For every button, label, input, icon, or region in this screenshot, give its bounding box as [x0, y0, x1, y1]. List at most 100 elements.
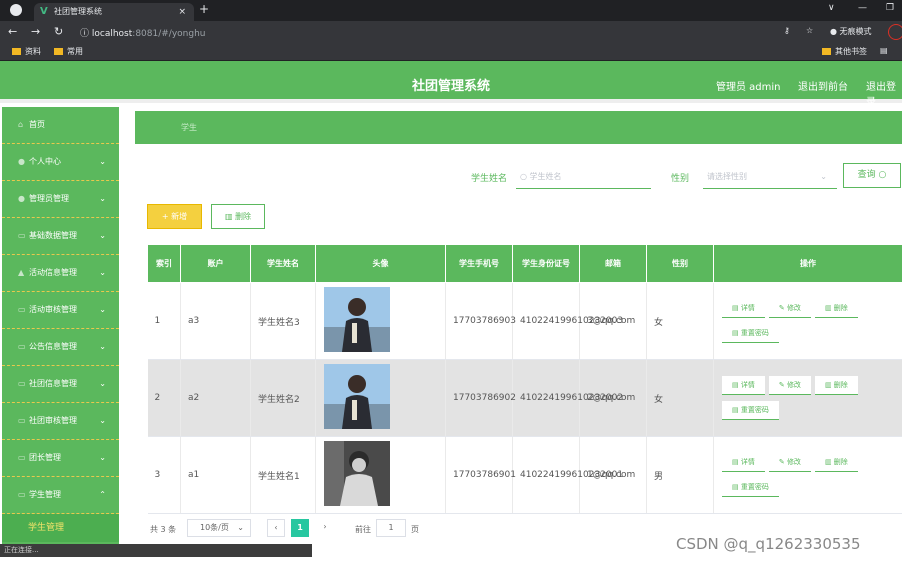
document-icon: ▤ — [732, 304, 741, 312]
edit-button[interactable]: ✎ 修改 — [768, 453, 811, 472]
cell-actions: ▤ 详情 ✎ 修改 ▥ 删除 ▤ 重置密码 — [713, 282, 902, 360]
browser-tab[interactable]: V 社团管理系统 × — [34, 3, 194, 21]
table-row[interactable]: 3 a1 学生姓名1 17703786901 41022419961023200… — [147, 436, 902, 514]
detail-button[interactable]: ▤ 详情 — [722, 453, 765, 472]
table-row[interactable]: 2 a2 学生姓名2 17703786902 41022419961023200… — [147, 359, 902, 437]
close-tab-icon[interactable]: × — [178, 3, 186, 21]
sidebar-item-club[interactable]: ▭ 社团信息管理 ⌄ — [2, 366, 119, 403]
trash-icon: ▥ — [824, 304, 834, 312]
url-field[interactable]: ⓘ localhost:8081/#/yonghu — [80, 26, 205, 39]
chevron-up-icon: ⌃ — [99, 490, 106, 499]
sidebar-item-personal[interactable]: ● 个人中心 ⌄ — [2, 144, 119, 181]
sidebar-subitem-student[interactable]: 学生管理 — [2, 514, 119, 542]
chevron-down-icon: ⌄ — [99, 157, 106, 166]
avatar — [324, 364, 390, 429]
sidebar-item-admin[interactable]: ● 管理员管理 ⌄ — [2, 181, 119, 218]
vue-logo-icon: V — [40, 6, 48, 17]
watermark: CSDN @q_q1262330535 — [676, 535, 861, 553]
query-button[interactable]: 查询 ○ — [843, 163, 901, 188]
cell-idcard: 410224199610232002 — [512, 359, 623, 437]
bookmarks-bar: 资料 常用 其他书签 ▤ — [0, 43, 902, 61]
chevron-down-icon: ⌄ — [99, 379, 106, 388]
bookmark-folder[interactable]: 资料 — [12, 46, 41, 57]
prev-page-button[interactable]: ‹ — [267, 519, 285, 537]
table-row[interactable]: 1 a3 学生姓名3 17703786903 41022419961023200… — [147, 282, 902, 360]
sidebar-item-student[interactable]: ▭ 学生管理 ⌃ — [2, 477, 119, 514]
folder-icon — [54, 48, 63, 55]
header-email: 邮箱 — [579, 244, 647, 283]
header-idcard: 学生身份证号 — [512, 244, 580, 283]
forward-icon[interactable]: → — [31, 25, 40, 38]
row-delete-button[interactable]: ▥ 删除 — [814, 299, 858, 318]
cell-account: a2 — [180, 359, 251, 437]
logout-link[interactable]: 退出登录 — [866, 78, 902, 108]
bookmark-folder[interactable]: 常用 — [54, 46, 83, 57]
cell-phone: 17703786901 — [445, 436, 516, 514]
admin-label: 管理员 admin — [716, 82, 781, 93]
cell-phone: 17703786903 — [445, 282, 516, 360]
delete-button[interactable]: ▥ 删除 — [211, 204, 265, 229]
row-delete-button[interactable]: ▥ 删除 — [814, 376, 858, 395]
detail-button[interactable]: ▤ 详情 — [722, 376, 765, 395]
reload-icon[interactable]: ↻ — [54, 25, 63, 38]
sidebar-item-activity-review[interactable]: ▭ 活动审核管理 ⌄ — [2, 292, 119, 329]
edit-icon: ✎ — [778, 304, 787, 312]
cell-avatar — [315, 359, 446, 437]
data-icon: ▭ — [18, 231, 26, 240]
edit-button[interactable]: ✎ 修改 — [768, 299, 811, 318]
back-icon[interactable]: ← — [8, 25, 17, 38]
restore-icon[interactable]: ❐ — [886, 3, 894, 13]
reading-list-icon[interactable]: ▤ — [880, 46, 888, 55]
cell-idcard: 410224199610232001 — [512, 436, 623, 514]
url-path: :8081/#/yonghu — [132, 29, 206, 39]
goto-input[interactable]: 1 — [376, 519, 406, 537]
add-button[interactable]: + 新增 — [147, 204, 202, 229]
chevron-down-icon: ⌄ — [99, 194, 106, 203]
main-content: 学生 学生姓名 ○ 学生姓名 性别 请选择性别 ⌄ 查询 ○ + 新增 ▥ 删除 … — [119, 107, 902, 544]
cell-email: 3@qq.com — [579, 282, 647, 360]
star-icon[interactable]: ☆ — [806, 26, 813, 35]
cell-avatar — [315, 436, 446, 514]
cell-index: 1 — [147, 282, 181, 360]
name-filter-input[interactable]: ○ 学生姓名 — [516, 165, 651, 189]
profile-icon[interactable] — [888, 24, 902, 40]
breadcrumb: 学生 — [135, 111, 902, 144]
edit-button[interactable]: ✎ 修改 — [768, 376, 811, 395]
reset-password-button[interactable]: ▤ 重置密码 — [722, 478, 779, 497]
key-icon[interactable]: ⚷ — [784, 26, 790, 35]
reset-password-button[interactable]: ▤ 重置密码 — [722, 401, 779, 420]
total-count: 共 3 条 — [150, 525, 177, 534]
cell-name: 学生姓名3 — [250, 282, 316, 360]
new-tab-button[interactable]: + — [199, 2, 209, 16]
cell-index: 3 — [147, 436, 181, 514]
incognito-label[interactable]: ● 无痕模式 — [830, 26, 872, 37]
next-page-button[interactable]: › — [316, 519, 334, 537]
page-number[interactable]: 1 — [291, 519, 309, 537]
gender-select[interactable]: 请选择性别 ⌄ — [703, 165, 837, 189]
leader-icon: ▭ — [18, 453, 26, 462]
document-icon: ▤ — [732, 329, 741, 337]
review-icon: ▭ — [18, 305, 26, 314]
sidebar-item-basedata[interactable]: ▭ 基础数据管理 ⌄ — [2, 218, 119, 255]
avatar — [324, 441, 390, 506]
header-phone: 学生手机号 — [445, 244, 513, 283]
detail-button[interactable]: ▤ 详情 — [722, 299, 765, 318]
row-delete-button[interactable]: ▥ 删除 — [814, 453, 858, 472]
student-icon: ▭ — [18, 490, 26, 499]
page-size-select[interactable]: 10条/页 ⌄ — [187, 519, 251, 537]
header-name: 学生姓名 — [250, 244, 316, 283]
chrome-icon[interactable] — [10, 4, 22, 16]
reset-password-button[interactable]: ▤ 重置密码 — [722, 324, 779, 343]
minimize-icon[interactable]: — — [858, 3, 867, 13]
user-icon: ● — [18, 157, 25, 166]
sidebar-item-activity[interactable]: ▲ 活动信息管理 ⌄ — [2, 255, 119, 292]
other-bookmarks[interactable]: 其他书签 — [822, 46, 867, 57]
table-header-row: 索引 账户 学生姓名 头像 学生手机号 学生身份证号 邮箱 性别 操作 — [147, 244, 902, 283]
sidebar-item-leader[interactable]: ▭ 团长管理 ⌄ — [2, 440, 119, 477]
sidebar-item-notice[interactable]: ▭ 公告信息管理 ⌄ — [2, 329, 119, 366]
tab-search-icon[interactable]: ∨ — [828, 3, 835, 13]
back-to-front-link[interactable]: 退出到前台 — [798, 78, 848, 93]
sidebar-item-club-audit[interactable]: ▭ 社团审核管理 ⌄ — [2, 403, 119, 440]
sidebar-item-home[interactable]: ⌂ 首页 — [2, 107, 119, 144]
url-host: localhost — [91, 29, 133, 39]
